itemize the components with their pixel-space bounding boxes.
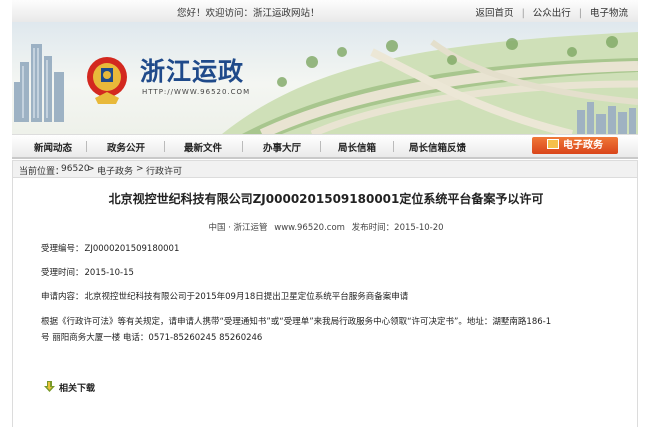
e-logistics-link[interactable]: 电子物流: [590, 8, 628, 19]
notice-line-1: 根据《行政许可法》等有关规定，请申请人携带“受理通知书”或“受理单”来我局行政服…: [41, 317, 552, 327]
apply-content-label: 申请内容：: [41, 292, 84, 302]
article-date: 2015-10-20: [394, 223, 444, 233]
banner-art: [14, 32, 638, 134]
breadcrumb-prefix: 当前位置：: [19, 167, 65, 177]
notice-line-2: 号 丽阳商务大厦一楼 电话：0571-85260245 85260246: [41, 333, 263, 343]
site-title: 浙江运政: [140, 57, 245, 86]
breadcrumb-home[interactable]: 96520: [61, 164, 90, 174]
nav-director-mailbox[interactable]: 局长信箱: [338, 140, 376, 154]
nav-latest-documents[interactable]: 最新文件: [184, 140, 222, 154]
breadcrumb: 当前位置： 96520 > 电子政务 > 行政许可: [12, 160, 638, 178]
nav-news[interactable]: 新闻动态: [34, 140, 72, 154]
nav-service-hall[interactable]: 办事大厅: [263, 140, 301, 154]
accept-number-row: 受理编号：ZJ0000201509180001: [41, 241, 621, 257]
nav-divider: [320, 141, 321, 152]
article-date-label: 发布时间：: [351, 223, 395, 233]
accept-time-value: 2015-10-15: [84, 268, 134, 278]
article-meta: 中国 · 浙江运管 www.96520.com 发布时间：2015-10-20: [13, 221, 639, 233]
top-link-divider: |: [578, 8, 582, 19]
article-source: 中国 · 浙江运管: [208, 223, 268, 233]
apply-content-value: 北京视控世纪科技有限公司于2015年09月18日提出卫星定位系统平台服务商备案申…: [84, 292, 409, 302]
accept-time-label: 受理时间：: [41, 268, 84, 278]
breadcrumb-separator: >: [87, 164, 95, 174]
top-bar: 您好！欢迎访问：浙江运政网站！ 返回首页 | 公众出行 | 电子物流: [12, 0, 638, 23]
nav-divider: [242, 141, 243, 152]
e-government-icon: [547, 139, 559, 149]
nav-divider: [86, 141, 87, 152]
accept-time-row: 受理时间：2015-10-15: [41, 265, 621, 281]
e-government-label: 电子政务: [563, 140, 603, 151]
top-links: 返回首页 | 公众出行 | 电子物流: [476, 5, 628, 19]
article-title: 北京视控世纪科技有限公司ZJ0000201509180001定位系统平台备案予以…: [108, 192, 544, 206]
article: 北京视控世纪科技有限公司ZJ0000201509180001定位系统平台备案予以…: [12, 178, 638, 427]
nav-mailbox-feedback[interactable]: 局长信箱反馈: [409, 140, 466, 154]
article-url[interactable]: www.96520.com: [274, 223, 345, 233]
e-government-button[interactable]: 电子政务: [532, 137, 618, 154]
accept-number-value: ZJ0000201509180001: [84, 244, 180, 254]
apply-content-row: 申请内容：北京视控世纪科技有限公司于2015年09月18日提出卫星定位系统平台服…: [41, 289, 621, 305]
header-banner: 浙江运政 HTTP://WWW.96520.COM: [12, 22, 638, 134]
public-travel-link[interactable]: 公众出行: [533, 8, 571, 19]
breadcrumb-admin-license[interactable]: 行政许可: [146, 164, 182, 177]
page: 您好！欢迎访问：浙江运政网站！ 返回首页 | 公众出行 | 电子物流 浙江运政 …: [12, 0, 638, 427]
nav-government-affairs[interactable]: 政务公开: [107, 140, 145, 154]
site-url: HTTP://WWW.96520.COM: [142, 88, 251, 96]
related-downloads-label: 相关下载: [59, 384, 96, 394]
main-nav: 新闻动态 政务公开 最新文件 办事大厅 局长信箱 局长信箱反馈 电子政务: [12, 134, 638, 159]
download-arrow-icon: [44, 381, 55, 393]
top-link-divider: |: [521, 8, 525, 19]
breadcrumb-e-government[interactable]: 电子政务: [97, 164, 133, 177]
accept-number-label: 受理编号：: [41, 244, 84, 254]
breadcrumb-separator: >: [136, 164, 144, 174]
related-downloads[interactable]: 相关下载: [44, 381, 95, 394]
welcome-text: 您好！欢迎访问：浙江运政网站！: [177, 8, 320, 19]
home-link[interactable]: 返回首页: [476, 8, 514, 19]
nav-divider: [164, 141, 165, 152]
nav-divider: [393, 141, 394, 152]
